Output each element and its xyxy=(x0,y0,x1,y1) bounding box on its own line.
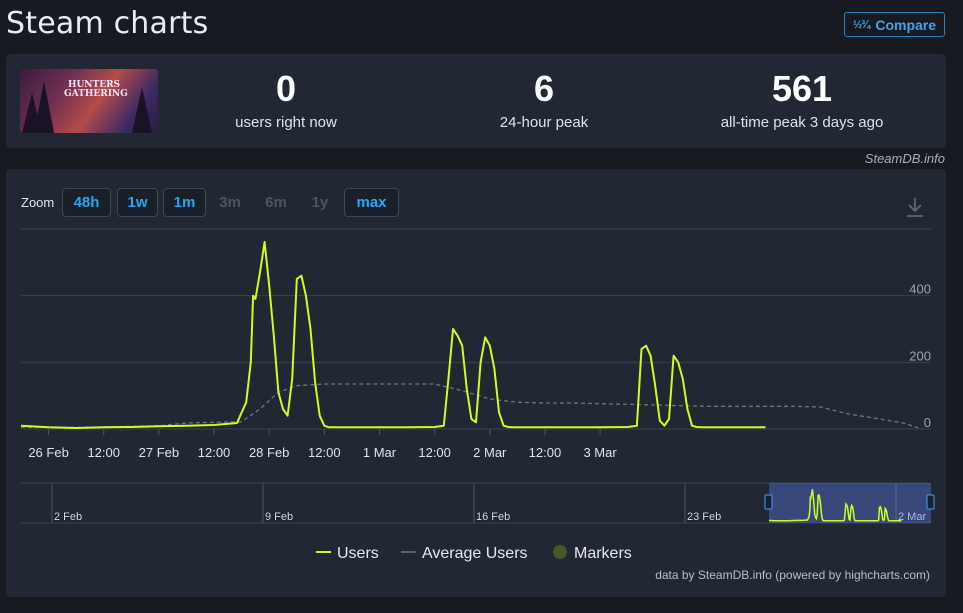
navigator[interactable]: 2 Feb 9 Feb 16 Feb 23 Feb 2 Mar xyxy=(21,482,935,524)
y-tick-label: 400 xyxy=(909,282,931,297)
navigator-left-handle xyxy=(764,494,773,510)
zoom-1w-button[interactable]: 1w xyxy=(117,188,158,217)
series-lines xyxy=(20,241,923,430)
zoom-label: Zoom xyxy=(21,195,55,210)
legend-markers-label: Markers xyxy=(574,545,632,562)
game-logo-text: HUNTERS GATHERING xyxy=(64,80,128,99)
zoom-1m-button[interactable]: 1m xyxy=(163,188,206,217)
stat-current-users: 0 users right now xyxy=(166,68,406,131)
download-icon[interactable] xyxy=(904,195,926,219)
navigator-right-handle xyxy=(926,494,935,510)
series-users-line xyxy=(20,241,766,429)
legend-average-users-label: Average Users xyxy=(422,545,528,562)
y-tick-label: 200 xyxy=(909,348,931,363)
x-tick-label: 3 Mar xyxy=(583,445,617,460)
tree-shape xyxy=(132,87,152,133)
zoom-6m-button: 6m xyxy=(265,194,287,211)
grid-lines xyxy=(21,228,931,430)
x-tick-label: 12:00 xyxy=(87,445,120,460)
legend-users-label: Users xyxy=(337,545,379,562)
highcharts-credit[interactable]: data by SteamDB.info (powered by highcha… xyxy=(655,568,930,582)
stat-label: users right now xyxy=(235,114,337,131)
zoom-48h-button[interactable]: 48h xyxy=(62,188,111,217)
navigator-label: 2 Mar xyxy=(898,511,926,523)
navigator-users-line xyxy=(768,489,902,522)
tree-shape xyxy=(34,81,54,133)
x-tick-label: 12:00 xyxy=(418,445,451,460)
compare-label: Compare xyxy=(875,16,937,33)
x-tick-label: 12:00 xyxy=(308,445,341,460)
stats-panel: HUNTERS GATHERING 0 users right now 6 24-… xyxy=(6,54,946,148)
chart-panel: Zoom 48h 1w 1m 3m 6m 1y max 0 200 400 26 F… xyxy=(6,169,946,597)
x-tick-label: 27 Feb xyxy=(139,445,179,460)
x-axis-ticks: 26 Feb 12:00 27 Feb 12:00 28 Feb 12:00 1 Mar 12… xyxy=(28,429,617,460)
x-tick-label: 1 Mar xyxy=(363,445,397,460)
navigator-label: 2 Feb xyxy=(54,511,82,523)
chart-legend[interactable]: Users Average Users Markers xyxy=(316,545,632,562)
steamdb-credit[interactable]: SteamDB.info xyxy=(865,151,945,166)
fraction-icon: ½¾ xyxy=(852,18,870,31)
zoom-1y-button: 1y xyxy=(311,194,329,211)
navigator-label: 9 Feb xyxy=(265,511,293,523)
zoom-max-button[interactable]: max xyxy=(344,188,399,217)
x-tick-label: 12:00 xyxy=(198,445,231,460)
y-tick-label: 0 xyxy=(924,415,931,430)
stat-value: 561 xyxy=(771,68,833,109)
stat-value: 6 xyxy=(533,68,555,109)
navigator-selected-range xyxy=(769,483,931,523)
stat-value: 0 xyxy=(275,68,297,109)
series-average-users-line xyxy=(21,383,923,430)
stat-24h-peak: 6 24-hour peak xyxy=(424,68,664,131)
y-axis-ticks: 0 200 400 xyxy=(909,282,931,430)
stat-label: 24-hour peak xyxy=(499,114,589,131)
x-tick-label: 28 Feb xyxy=(249,445,289,460)
x-tick-label: 26 Feb xyxy=(28,445,68,460)
compare-button[interactable]: ½¾ Compare xyxy=(844,12,945,37)
game-thumbnail[interactable]: HUNTERS GATHERING xyxy=(20,69,158,133)
page-title: Steam charts xyxy=(6,6,209,41)
navigator-label: 16 Feb xyxy=(476,511,510,523)
player-count-chart: 0 200 400 26 Feb 12:00 27 Feb 12:00 28 Feb 12:0… xyxy=(20,228,935,562)
x-tick-label: 12:00 xyxy=(529,445,562,460)
stat-all-time-peak: 561 all-time peak 3 days ago xyxy=(682,68,922,131)
zoom-3m-button: 3m xyxy=(219,194,241,211)
x-tick-label: 2 Mar xyxy=(473,445,507,460)
legend-markers-symbol xyxy=(553,545,567,559)
stat-label: all-time peak 3 days ago xyxy=(720,114,884,131)
navigator-label: 23 Feb xyxy=(687,511,721,523)
